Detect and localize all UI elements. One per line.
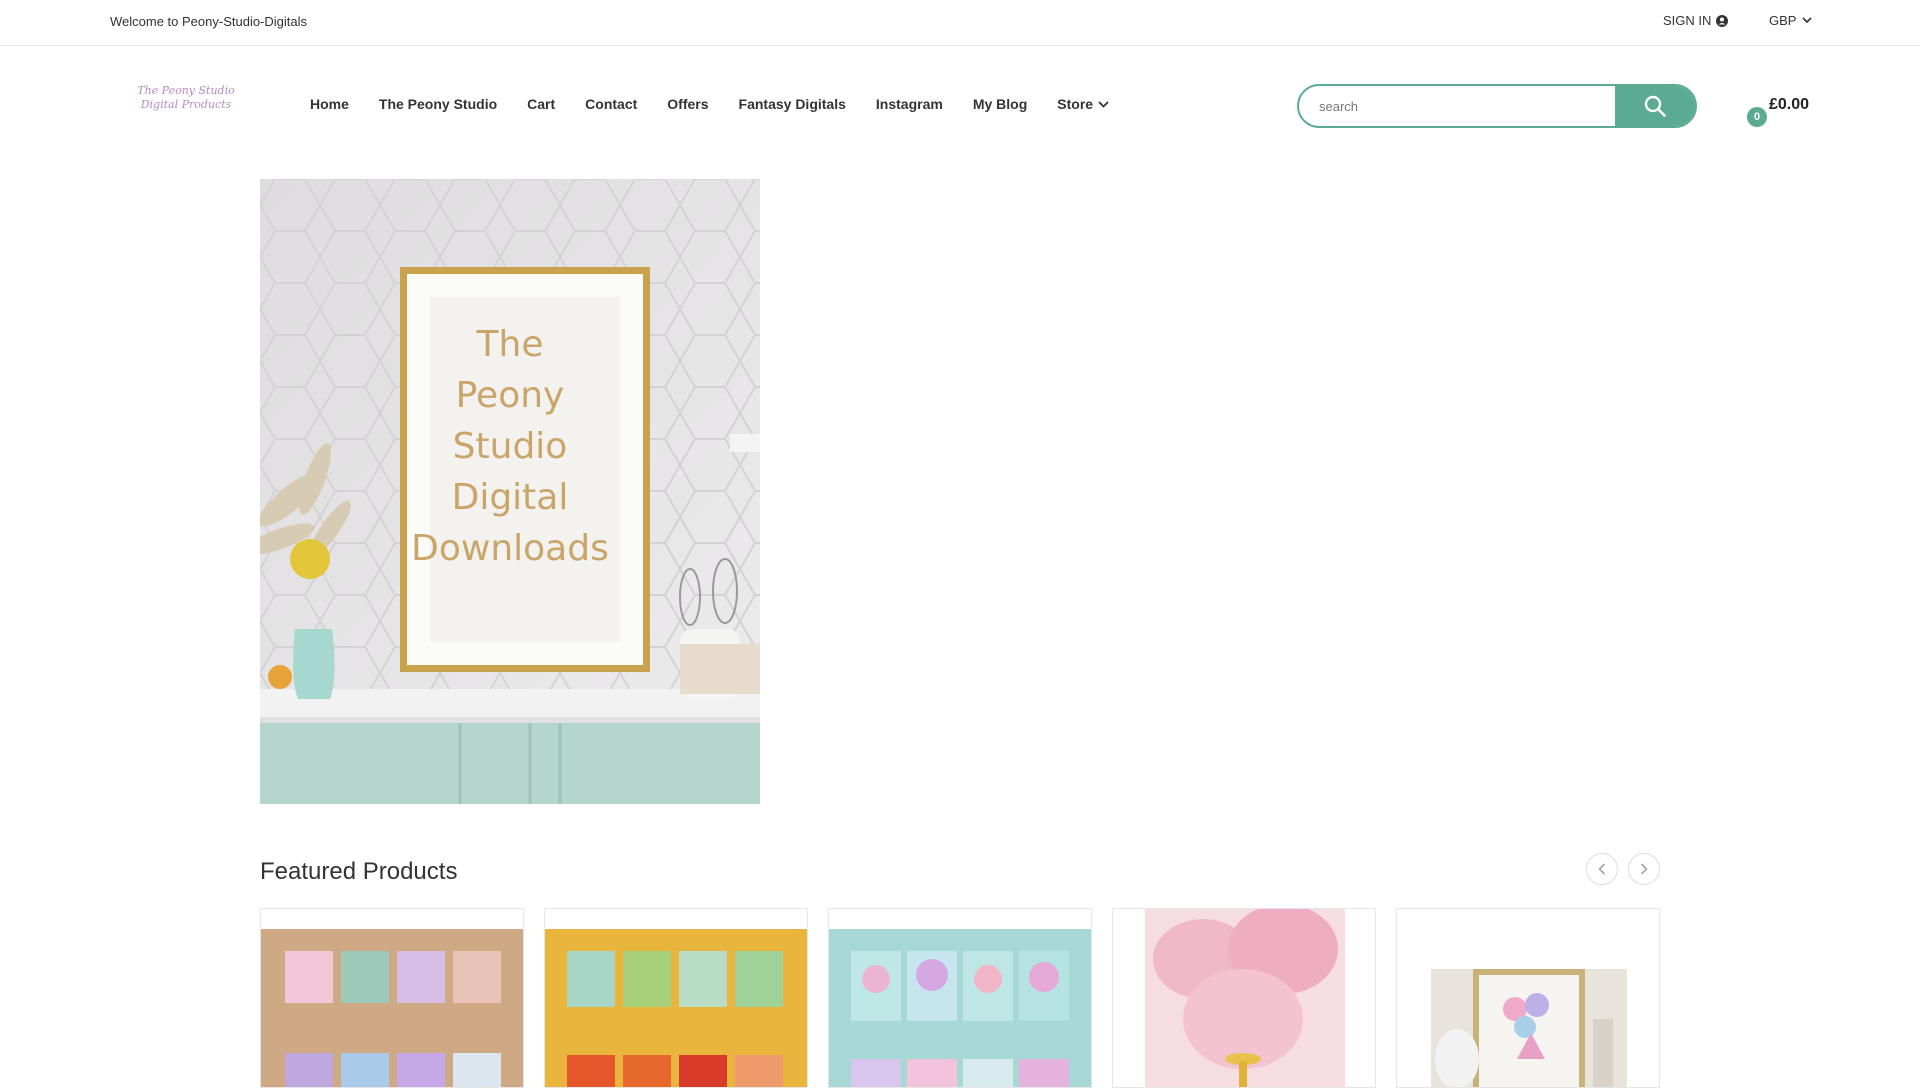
carousel-next-button[interactable] (1628, 853, 1660, 885)
hero-frame-text-line: The (476, 324, 544, 365)
nav-cart[interactable]: Cart (527, 96, 555, 112)
product-card[interactable] (260, 908, 524, 1088)
hero-frame-text-line: Digital (452, 477, 569, 518)
product-card[interactable] (1396, 908, 1660, 1088)
hero-image: The Peony Studio Digital Downloads (260, 179, 760, 804)
chevron-left-icon (1598, 863, 1606, 875)
logo-line-1: The Peony Studio (137, 84, 235, 97)
product-card[interactable] (1112, 908, 1376, 1088)
top-bar: Welcome to Peony-Studio-Digitals SIGN IN… (0, 0, 1920, 46)
product-card[interactable] (544, 908, 808, 1088)
featured-products-list (260, 908, 1660, 1088)
product-image (1397, 909, 1659, 1087)
search-button[interactable] (1615, 86, 1695, 126)
nav-home[interactable]: Home (310, 96, 349, 112)
site-logo[interactable]: The Peony Studio Digital Products (112, 72, 260, 124)
hero-frame-text-line: Studio (453, 426, 568, 467)
hero-illustration: The Peony Studio Digital Downloads (260, 179, 760, 804)
main-navigation: Home The Peony Studio Cart Contact Offer… (310, 96, 1139, 112)
hero-frame-text-line: Downloads (411, 528, 609, 569)
nav-offers[interactable]: Offers (667, 96, 708, 112)
currency-label: GBP (1769, 13, 1797, 28)
search-icon (1644, 95, 1666, 117)
search-input[interactable] (1299, 86, 1615, 126)
product-card[interactable] (828, 908, 1092, 1088)
chevron-down-icon (1802, 17, 1813, 24)
product-image (261, 929, 523, 1087)
featured-products-heading: Featured Products (260, 858, 458, 885)
user-icon (1716, 14, 1729, 27)
product-image (829, 929, 1091, 1087)
nav-my-blog[interactable]: My Blog (973, 96, 1027, 112)
carousel-prev-button[interactable] (1586, 853, 1618, 885)
nav-contact[interactable]: Contact (585, 96, 637, 112)
cart-count-badge[interactable]: 0 (1747, 107, 1767, 127)
nav-store[interactable]: Store (1057, 96, 1109, 112)
nav-store-label: Store (1057, 96, 1094, 112)
currency-selector[interactable]: GBP (1769, 13, 1813, 28)
nav-fantasy-digitals[interactable]: Fantasy Digitals (739, 96, 846, 112)
hero-frame-text-line: Peony (456, 375, 565, 416)
logo-line-2: Digital Products (140, 98, 232, 111)
sign-in-link[interactable]: SIGN IN (1663, 13, 1729, 28)
nav-instagram[interactable]: Instagram (876, 96, 943, 112)
product-image (545, 929, 807, 1087)
cart-total[interactable]: £0.00 (1769, 96, 1809, 114)
sign-in-label: SIGN IN (1663, 13, 1712, 28)
chevron-right-icon (1640, 863, 1648, 875)
chevron-down-icon (1098, 100, 1109, 108)
search-bar (1297, 84, 1697, 128)
welcome-message: Welcome to Peony-Studio-Digitals (110, 14, 308, 29)
product-image (1113, 909, 1375, 1087)
nav-the-peony-studio[interactable]: The Peony Studio (379, 96, 497, 112)
